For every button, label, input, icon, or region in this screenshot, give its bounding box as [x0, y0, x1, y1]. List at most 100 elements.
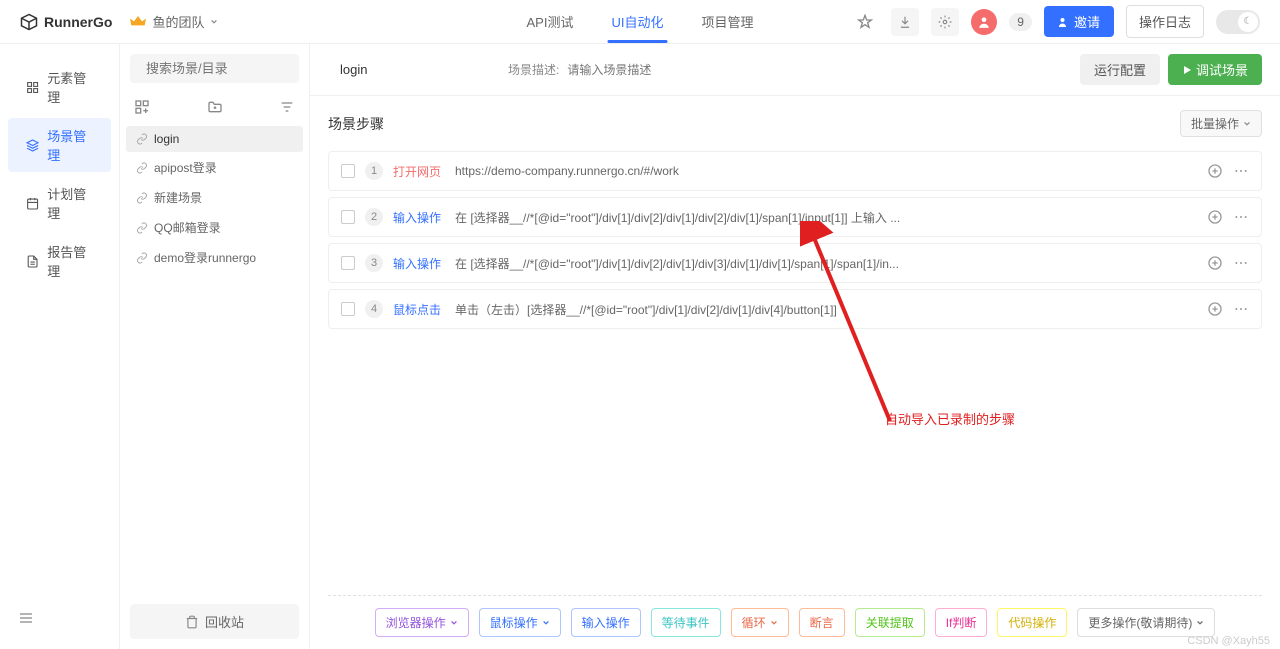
logo-icon — [20, 13, 38, 31]
action-wait[interactable]: 等待事件 — [651, 608, 721, 637]
scene-toolbar — [120, 93, 309, 125]
operation-log-button[interactable]: 操作日志 — [1126, 5, 1204, 38]
add-icon[interactable] — [134, 99, 150, 115]
moon-icon: ☾ — [1238, 12, 1258, 32]
nav-label: 场景管理 — [47, 126, 93, 164]
action-extract[interactable]: 关联提取 — [855, 608, 925, 637]
add-step-icon[interactable] — [1207, 209, 1223, 225]
search-input[interactable] — [146, 61, 322, 76]
collapse-sidebar-icon[interactable] — [18, 610, 34, 629]
chevron-down-icon — [210, 18, 218, 26]
nav-elements[interactable]: 元素管理 — [8, 60, 111, 114]
main-nav: API测试 UI自动化 项目管理 — [523, 0, 758, 43]
recycle-label: 回收站 — [205, 612, 244, 631]
action-loop[interactable]: 循环 — [731, 608, 789, 637]
scene-item-apipost[interactable]: apipost登录 — [126, 153, 303, 182]
step-content: https://demo-company.runnergo.cn/#/work — [455, 164, 1197, 178]
user-count[interactable]: 9 — [1009, 13, 1032, 31]
action-input[interactable]: 输入操作 — [571, 608, 641, 637]
step-content: 单击（左击）[选择器__//*[@id="root"]/div[1]/div[2… — [455, 301, 1197, 318]
scene-item-login[interactable]: login — [126, 126, 303, 152]
step-checkbox[interactable] — [341, 164, 355, 178]
team-name: 鱼的团队 — [152, 12, 204, 31]
step-checkbox[interactable] — [341, 302, 355, 316]
step-type: 输入操作 — [393, 255, 445, 272]
star-icon[interactable] — [851, 8, 879, 36]
scene-item-label: login — [154, 132, 179, 146]
report-icon — [26, 254, 39, 269]
more-icon[interactable] — [1233, 163, 1249, 179]
crown-icon — [130, 15, 146, 29]
nav-plans[interactable]: 计划管理 — [8, 176, 111, 230]
desc-input[interactable] — [567, 63, 687, 77]
folder-add-icon[interactable] — [207, 99, 223, 115]
nav-label: 计划管理 — [47, 184, 93, 222]
run-config-button[interactable]: 运行配置 — [1080, 54, 1160, 85]
annotation-text: 自动导入已录制的步骤 — [885, 409, 1015, 428]
left-nav: 元素管理 场景管理 计划管理 报告管理 — [0, 44, 120, 649]
logo[interactable]: RunnerGo — [20, 13, 112, 31]
team-switcher[interactable]: 鱼的团队 — [130, 12, 218, 31]
add-step-icon[interactable] — [1207, 255, 1223, 271]
logo-text: RunnerGo — [44, 14, 112, 30]
download-icon[interactable] — [891, 8, 919, 36]
nav-api-test[interactable]: API测试 — [523, 0, 578, 43]
filter-icon[interactable] — [279, 99, 295, 115]
steps-title: 场景步骤 — [328, 114, 384, 134]
step-number: 2 — [365, 208, 383, 226]
action-mouse[interactable]: 鼠标操作 — [479, 608, 561, 637]
nav-project-mgmt[interactable]: 项目管理 — [697, 0, 757, 43]
more-icon[interactable] — [1233, 255, 1249, 271]
nav-ui-automation[interactable]: UI自动化 — [607, 0, 667, 43]
step-content: 在 [选择器__//*[@id="root"]/div[1]/div[2]/di… — [455, 255, 1197, 272]
desc-label: 场景描述: — [508, 61, 559, 78]
recycle-button[interactable]: 回收站 — [130, 604, 299, 639]
nav-scenes[interactable]: 场景管理 — [8, 118, 111, 172]
play-icon — [1182, 65, 1192, 75]
chevron-down-icon — [1243, 120, 1251, 128]
invite-icon — [1058, 16, 1070, 28]
step-content: 在 [选择器__//*[@id="root"]/div[1]/div[2]/di… — [455, 209, 1197, 226]
more-icon[interactable] — [1233, 209, 1249, 225]
step-checkbox[interactable] — [341, 210, 355, 224]
step-checkbox[interactable] — [341, 256, 355, 270]
action-assert[interactable]: 断言 — [799, 608, 845, 637]
debug-scene-button[interactable]: 调试场景 — [1168, 54, 1262, 85]
step-row[interactable]: 4 鼠标点击 单击（左击）[选择器__//*[@id="root"]/div[1… — [328, 289, 1262, 329]
step-row[interactable]: 2 输入操作 在 [选择器__//*[@id="root"]/div[1]/di… — [328, 197, 1262, 237]
scene-item-new[interactable]: 新建场景 — [126, 183, 303, 212]
steps-header: 场景步骤 批量操作 — [310, 96, 1280, 151]
action-more[interactable]: 更多操作(敬请期待) — [1077, 608, 1215, 637]
step-row[interactable]: 3 输入操作 在 [选择器__//*[@id="root"]/div[1]/di… — [328, 243, 1262, 283]
step-number: 4 — [365, 300, 383, 318]
step-type: 打开网页 — [393, 163, 445, 180]
add-step-icon[interactable] — [1207, 301, 1223, 317]
step-row[interactable]: 1 打开网页 https://demo-company.runnergo.cn/… — [328, 151, 1262, 191]
nav-reports[interactable]: 报告管理 — [8, 234, 111, 288]
scene-list: login apipost登录 新建场景 QQ邮箱登录 demo登录runner… — [120, 125, 309, 594]
avatar[interactable] — [971, 9, 997, 35]
scene-item-label: apipost登录 — [154, 159, 217, 176]
search-box[interactable] — [130, 54, 299, 83]
scene-item-demo[interactable]: demo登录runnergo — [126, 243, 303, 272]
more-icon[interactable] — [1233, 301, 1249, 317]
scene-description: 场景描述: — [508, 61, 687, 78]
scene-name-input[interactable] — [328, 56, 488, 83]
link-icon — [136, 162, 148, 174]
scene-item-qq[interactable]: QQ邮箱登录 — [126, 213, 303, 242]
nav-label: 元素管理 — [47, 68, 93, 106]
invite-button[interactable]: 邀请 — [1044, 6, 1114, 37]
settings-icon[interactable] — [931, 8, 959, 36]
scene-header: 场景描述: 运行配置 调试场景 — [310, 44, 1280, 96]
grid-icon — [26, 80, 39, 95]
link-icon — [136, 252, 148, 264]
action-browser[interactable]: 浏览器操作 — [375, 608, 469, 637]
batch-operation-button[interactable]: 批量操作 — [1180, 110, 1262, 137]
debug-label: 调试场景 — [1196, 60, 1248, 79]
add-step-icon[interactable] — [1207, 163, 1223, 179]
action-if[interactable]: If判断 — [935, 608, 988, 637]
step-number: 3 — [365, 254, 383, 272]
theme-toggle[interactable]: ☾ — [1216, 10, 1260, 34]
action-code[interactable]: 代码操作 — [997, 608, 1067, 637]
header-right: 9 邀请 操作日志 ☾ — [851, 5, 1260, 38]
